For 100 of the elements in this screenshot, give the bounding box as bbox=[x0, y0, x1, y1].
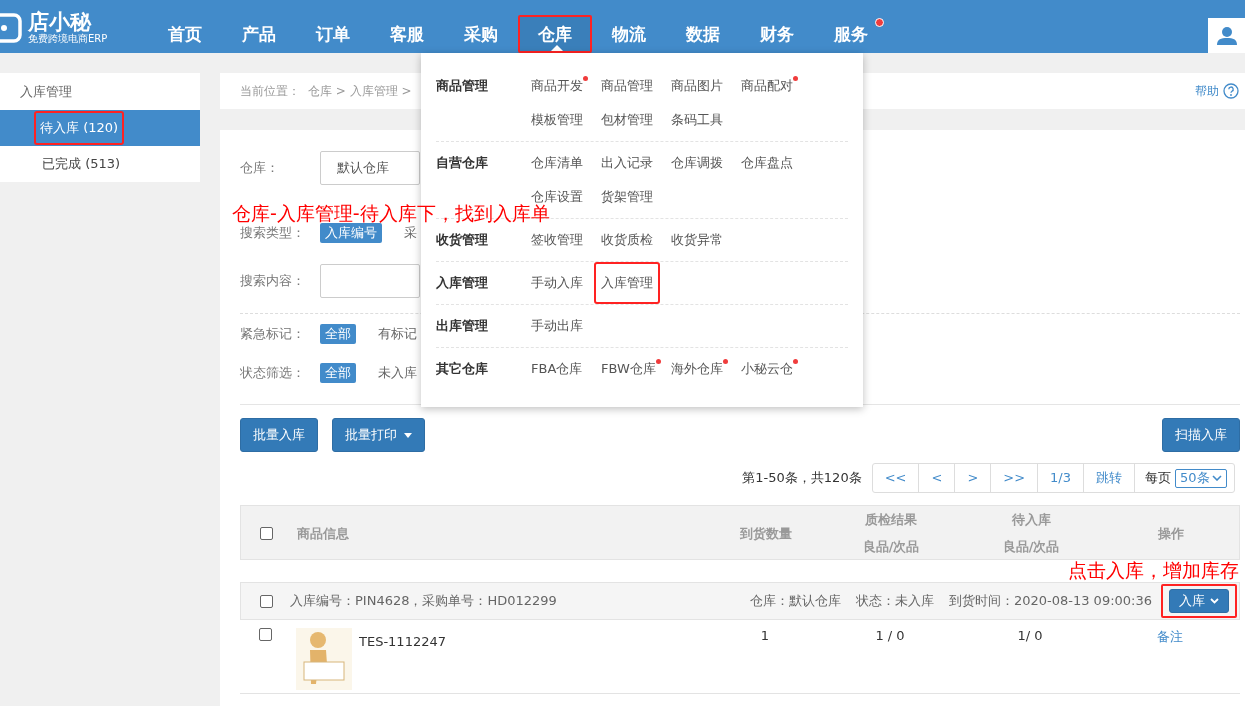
help-icon bbox=[1223, 83, 1239, 99]
annotation-text: 点击入库，增加库存 bbox=[1068, 558, 1239, 583]
column-header: 操作 bbox=[1158, 524, 1184, 543]
chevron-icon bbox=[1212, 475, 1222, 481]
menu-item[interactable]: 模板管理 bbox=[531, 111, 583, 129]
menu-item[interactable]: 手动出库 bbox=[531, 317, 583, 335]
user-icon bbox=[1216, 26, 1237, 45]
menu-group-title: 收货管理 bbox=[436, 231, 489, 249]
sidebar-item[interactable]: 已完成 (513) bbox=[0, 146, 200, 182]
menu-item[interactable]: 货架管理 bbox=[601, 188, 653, 206]
nav-tab[interactable]: 财务 bbox=[740, 0, 814, 53]
menu-item[interactable]: 入库管理 bbox=[594, 262, 660, 304]
inspection-result: 1 / 0 bbox=[875, 628, 905, 643]
column-header: 待入库 bbox=[1010, 511, 1052, 529]
annotation-text: 仓库-入库管理-待入库下，找到入库单 bbox=[232, 202, 550, 226]
breadcrumb-path: 仓库 > 入库管理 > bbox=[308, 82, 412, 100]
filter-label: 仓库： bbox=[240, 159, 280, 177]
nav-tab[interactable]: 物流 bbox=[592, 0, 666, 53]
nav-tab[interactable]: 服务 bbox=[814, 0, 888, 53]
jump-button[interactable]: 跳转 bbox=[1084, 464, 1135, 492]
page-button[interactable]: >> bbox=[991, 464, 1039, 492]
nav-tab[interactable]: 产品 bbox=[222, 0, 296, 53]
nav-tab[interactable]: 客服 bbox=[370, 0, 444, 53]
filter-option[interactable]: 全部 bbox=[320, 362, 356, 383]
checkbox[interactable] bbox=[258, 628, 272, 641]
remark-link[interactable]: 备注 bbox=[1157, 628, 1183, 646]
page-button[interactable]: << bbox=[872, 464, 920, 492]
nav-tab[interactable]: 采购 bbox=[444, 0, 518, 53]
logo-icon bbox=[0, 12, 22, 43]
filter-option[interactable]: 有标记 bbox=[378, 324, 417, 343]
user-button[interactable] bbox=[1208, 18, 1245, 53]
menu-item[interactable]: 小秘云仓 bbox=[741, 360, 793, 378]
product-sku: TES-1112247 bbox=[359, 634, 446, 649]
nav-tab[interactable]: 首页 bbox=[148, 0, 222, 53]
column-header: 质检结果 bbox=[864, 511, 918, 529]
arrived-quantity: 1 bbox=[760, 628, 770, 643]
sidebar-item-label: 已完成 (513) bbox=[41, 155, 122, 173]
menu-item[interactable]: 仓库清单 bbox=[531, 154, 583, 172]
pending-quantity: 1/ 0 bbox=[1017, 628, 1043, 643]
sidebar-item-label: 待入库 (120) bbox=[34, 111, 125, 145]
nav-tab[interactable]: 订单 bbox=[296, 0, 370, 53]
nav-tab[interactable]: 数据 bbox=[666, 0, 740, 53]
column-subheader: 良品/次品 bbox=[862, 538, 920, 556]
nav-tab[interactable]: 仓库 bbox=[518, 15, 592, 53]
page-indicator: 1/3 bbox=[1038, 464, 1084, 492]
menu-item[interactable]: 商品管理 bbox=[601, 77, 653, 95]
filter-option[interactable]: 全部 bbox=[320, 323, 356, 344]
menu-item[interactable]: 出入记录 bbox=[601, 154, 653, 172]
filter-label: 搜索内容： bbox=[240, 272, 306, 290]
menu-item[interactable]: FBA仓库 bbox=[531, 360, 583, 378]
menu-item[interactable]: 手动入库 bbox=[531, 274, 583, 292]
filter-option[interactable]: 采 bbox=[404, 224, 417, 242]
batch-button[interactable]: 批量入库 bbox=[240, 418, 318, 452]
menu-item[interactable]: 签收管理 bbox=[531, 231, 583, 249]
menu-group-title: 商品管理 bbox=[436, 77, 489, 95]
sidebar-heading: 入库管理 bbox=[19, 83, 73, 101]
checkbox[interactable] bbox=[259, 526, 273, 540]
warehouse-select[interactable]: 默认仓库 bbox=[320, 151, 420, 185]
menu-item[interactable]: 收货质检 bbox=[601, 231, 653, 249]
page-button[interactable]: > bbox=[955, 464, 992, 492]
menu-group-title: 入库管理 bbox=[436, 274, 489, 292]
filter-option[interactable]: 入库编号 bbox=[320, 223, 382, 243]
menu-item[interactable]: 条码工具 bbox=[671, 111, 723, 129]
menu-item[interactable]: 包材管理 bbox=[601, 111, 653, 129]
caret-icon bbox=[404, 432, 412, 438]
order-status: 状态：未入库 bbox=[855, 592, 934, 610]
page-summary: 第1-50条，共120条 bbox=[742, 469, 862, 487]
help-link[interactable]: 帮助 bbox=[1195, 82, 1239, 100]
menu-item[interactable]: 商品开发 bbox=[531, 77, 583, 95]
menu-item[interactable]: 仓库盘点 bbox=[741, 154, 793, 172]
order-info: 入库编号：PIN4628，采购单号：HD012299 bbox=[290, 592, 557, 610]
page-button[interactable]: < bbox=[919, 464, 956, 492]
column-header: 商品信息 bbox=[297, 524, 349, 543]
menu-group-title: 其它仓库 bbox=[436, 360, 489, 378]
menu-item[interactable]: 海外仓库 bbox=[671, 360, 723, 378]
filter-label: 搜索类型： bbox=[240, 224, 306, 242]
search-input[interactable] bbox=[320, 264, 420, 298]
per-page-select[interactable]: 50条 bbox=[1175, 468, 1227, 488]
menu-item[interactable]: FBW仓库 bbox=[601, 360, 656, 378]
filter-option[interactable]: 未入库 bbox=[378, 363, 417, 382]
notification-dot bbox=[875, 18, 884, 27]
checkbox[interactable] bbox=[260, 594, 273, 608]
sidebar-item[interactable]: 待入库 (120) bbox=[0, 110, 200, 146]
filter-label: 状态筛选： bbox=[240, 363, 306, 382]
menu-item[interactable]: 收货异常 bbox=[671, 231, 723, 249]
menu-item[interactable]: 仓库调拨 bbox=[671, 154, 723, 172]
menu-group-title: 自营仓库 bbox=[436, 154, 489, 172]
arrival-time: 到货时间：2020-08-13 09:00:36 bbox=[948, 592, 1152, 610]
per-page-label: 每页 bbox=[1145, 469, 1171, 487]
print-dropdown-button[interactable]: 批量打印 bbox=[332, 418, 425, 452]
menu-item[interactable]: 商品配对 bbox=[741, 77, 793, 95]
column-subheader: 良品/次品 bbox=[1002, 538, 1060, 556]
filter-label: 紧急标记： bbox=[240, 324, 306, 343]
order-warehouse: 仓库：默认仓库 bbox=[749, 592, 841, 610]
scan-button[interactable]: 扫描入库 bbox=[1162, 418, 1240, 452]
menu-item[interactable]: 商品图片 bbox=[671, 77, 723, 95]
receive-button[interactable]: 入库 bbox=[1169, 589, 1229, 613]
no-image-placeholder bbox=[296, 628, 352, 690]
logo-name: 店小秘 bbox=[28, 10, 93, 33]
column-header: 到货数量 bbox=[740, 524, 792, 543]
